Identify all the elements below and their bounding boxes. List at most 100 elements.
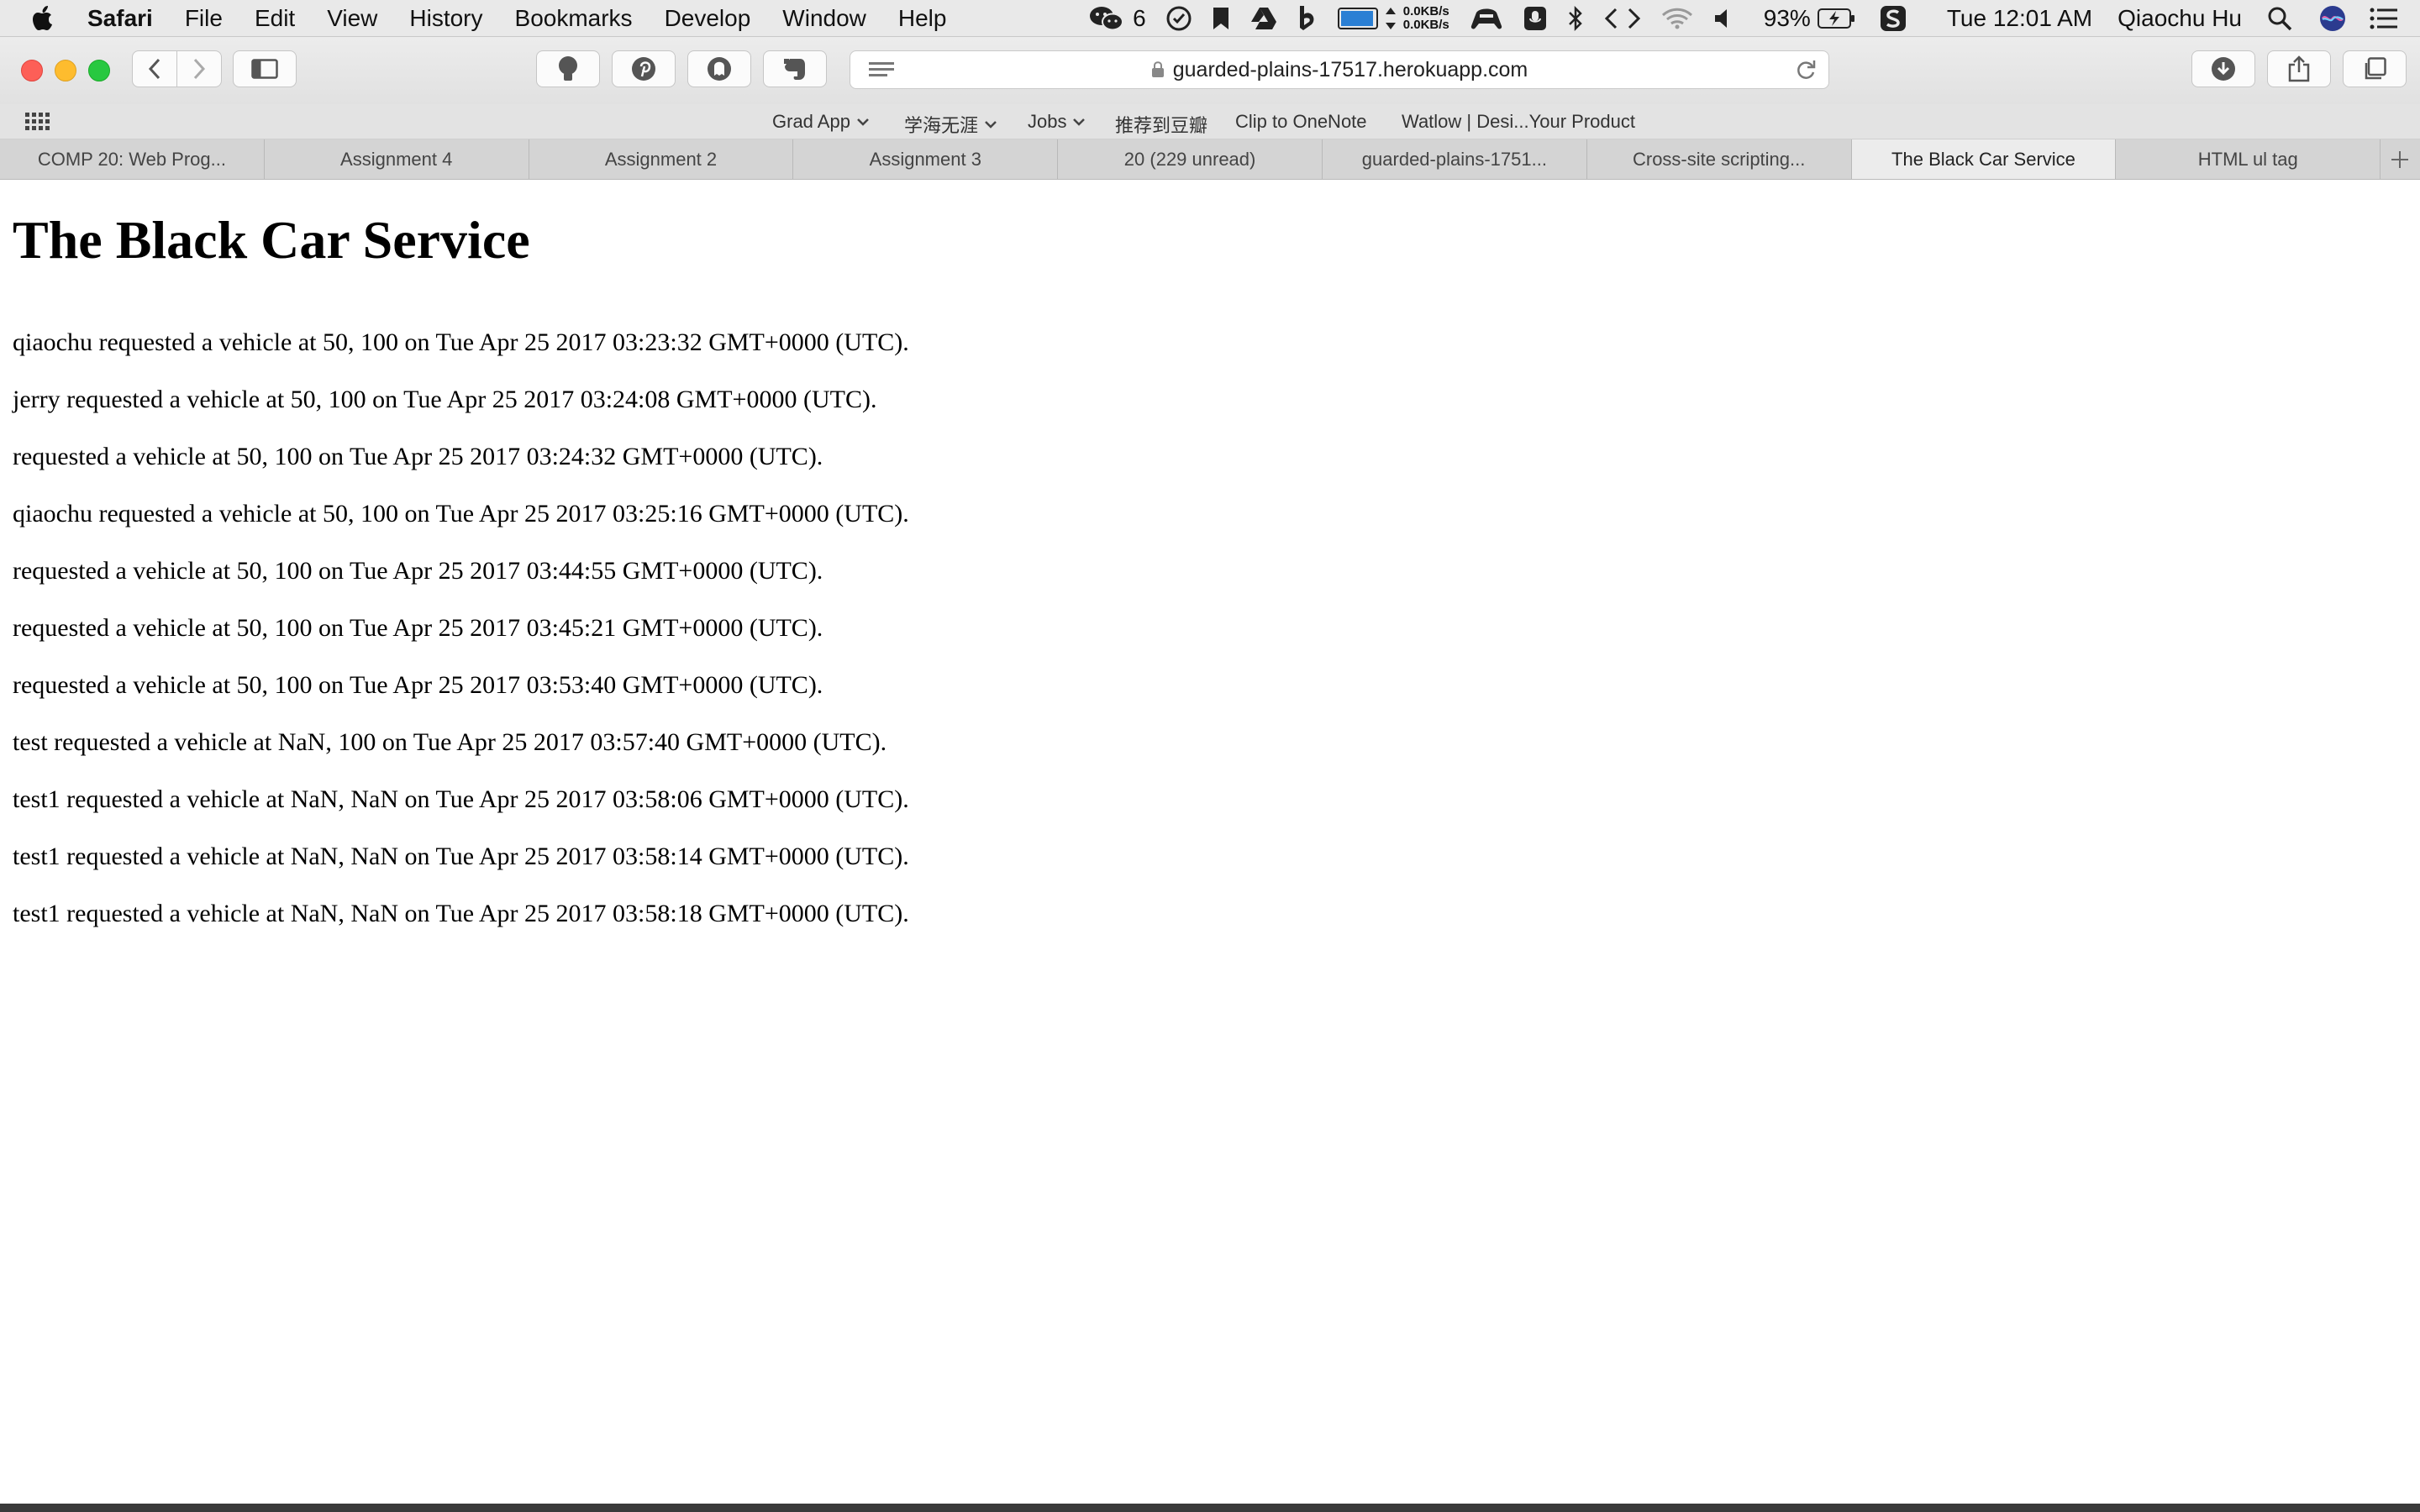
menu-bar: Safari File Edit View History Bookmarks …: [0, 0, 2420, 37]
download-icon: [2212, 57, 2235, 81]
reload-icon[interactable]: [1795, 59, 1817, 87]
window-bottom-edge: [0, 1504, 2420, 1512]
siri-icon[interactable]: [2319, 0, 2346, 37]
address-bar[interactable]: guarded-plains-17517.herokuapp.com: [850, 50, 1829, 89]
extension-evernote-button[interactable]: [763, 50, 827, 87]
close-window-button[interactable]: [21, 60, 43, 81]
forward-button[interactable]: [176, 50, 222, 87]
favorite-douban[interactable]: 推荐到豆瓣: [1115, 111, 1207, 138]
pinterest-icon: [632, 57, 655, 81]
lock-icon: [1151, 61, 1165, 78]
tab-html-ul-tag[interactable]: HTML ul tag: [2116, 139, 2381, 179]
favorite-watlow[interactable]: Watlow | Desi...Your Product: [1402, 111, 1635, 133]
battery-charging-icon[interactable]: [1817, 0, 1856, 37]
safari-toolbar: guarded-plains-17517.herokuapp.com: [0, 37, 2420, 104]
menu-view[interactable]: View: [327, 5, 377, 32]
favorite-label: Grad App: [772, 111, 850, 132]
menu-window[interactable]: Window: [782, 5, 866, 32]
request-entry: requested a vehicle at 50, 100 on Tue Ap…: [13, 614, 823, 642]
request-entry: requested a vehicle at 50, 100 on Tue Ap…: [13, 671, 823, 699]
downloads-button[interactable]: [2191, 50, 2255, 87]
tab-comp20[interactable]: COMP 20: Web Prog...: [0, 139, 265, 179]
top-sites-grid-icon[interactable]: [25, 113, 50, 136]
chevron-down-icon: [985, 120, 997, 129]
request-entry: test1 requested a vehicle at NaN, NaN on…: [13, 785, 909, 813]
network-upload-speed: 0.0KB/s: [1402, 4, 1449, 18]
request-entry: test1 requested a vehicle at NaN, NaN on…: [13, 843, 909, 870]
plus-icon: [2391, 150, 2409, 168]
elephant-icon: [784, 59, 805, 80]
wechat-icon[interactable]: [1089, 0, 1124, 37]
battery-percent: 93%: [1763, 5, 1811, 31]
tab-bar: COMP 20: Web Prog... Assignment 4 Assign…: [0, 139, 2420, 180]
menu-bookmarks[interactable]: Bookmarks: [515, 5, 633, 32]
favorite-clip-to-onenote[interactable]: Clip to OneNote: [1235, 111, 1367, 133]
google-drive-icon[interactable]: [1250, 0, 1277, 37]
tab-cross-site-scripting[interactable]: Cross-site scripting...: [1587, 139, 1852, 179]
url-text: guarded-plains-17517.herokuapp.com: [1172, 57, 1528, 81]
request-entry: test1 requested a vehicle at NaN, NaN on…: [13, 900, 909, 927]
clock[interactable]: Tue 12:01 AM: [1947, 5, 2092, 32]
network-arrows-icon: [1385, 0, 1397, 37]
favorite-label: Watlow | Desi...Your Product: [1402, 111, 1635, 132]
favorite-label: Jobs: [1028, 111, 1067, 132]
user-name[interactable]: Qiaochu Hu: [2118, 5, 2242, 32]
menu-develop[interactable]: Develop: [665, 5, 751, 32]
favorite-jobs[interactable]: Jobs: [1028, 111, 1086, 133]
notification-center-icon[interactable]: [2370, 0, 2398, 37]
reader-view-icon[interactable]: [869, 60, 894, 86]
sidebar-icon: [251, 59, 278, 79]
chevron-right-icon: [193, 58, 206, 80]
menu-edit[interactable]: Edit: [255, 5, 295, 32]
menu-app-safari[interactable]: Safari: [87, 5, 153, 32]
page-title: The Black Car Service: [13, 210, 530, 270]
tab-mail-unread[interactable]: 20 (229 unread): [1058, 139, 1323, 179]
request-entry: test requested a vehicle at NaN, 100 on …: [13, 728, 887, 756]
extension-pinterest-button[interactable]: [612, 50, 676, 87]
microphone-icon[interactable]: [1523, 0, 1547, 37]
menu-help[interactable]: Help: [898, 5, 947, 32]
zoom-window-button[interactable]: [88, 60, 110, 81]
minimize-window-button[interactable]: [55, 60, 76, 81]
extension-lightbulb-button[interactable]: [536, 50, 600, 87]
check-circle-icon[interactable]: [1166, 0, 1192, 37]
request-entry: requested a vehicle at 50, 100 on Tue Ap…: [13, 443, 823, 470]
tab-assignment-2[interactable]: Assignment 2: [529, 139, 794, 179]
tab-guarded-plains[interactable]: guarded-plains-1751...: [1323, 139, 1587, 179]
back-button[interactable]: [132, 50, 177, 87]
menu-file[interactable]: File: [185, 5, 223, 32]
web-page-content: The Black Car Service qiaochu requested …: [0, 180, 2420, 1504]
apple-menu-icon[interactable]: [32, 4, 57, 33]
bookmark-icon[interactable]: [1212, 0, 1230, 37]
bluetooth-icon[interactable]: [1567, 0, 1584, 37]
menu-meter-icon[interactable]: [1337, 0, 1380, 37]
tab-overview-button[interactable]: [2343, 50, 2407, 87]
tab-assignment-4[interactable]: Assignment 4: [265, 139, 529, 179]
extension-ghostery-button[interactable]: [687, 50, 751, 87]
tab-black-car-service[interactable]: The Black Car Service: [1851, 139, 2117, 179]
favorite-grad-app[interactable]: Grad App: [772, 111, 869, 133]
tab-assignment-3[interactable]: Assignment 3: [793, 139, 1059, 179]
volume-icon[interactable]: [1713, 0, 1733, 37]
favorite-xuehai-wuya[interactable]: 学海无涯: [904, 111, 997, 138]
new-tab-button[interactable]: [2381, 139, 2419, 179]
wifi-icon[interactable]: [1661, 0, 1693, 37]
share-icon: [2288, 55, 2310, 82]
gamepad-icon[interactable]: [1470, 0, 1503, 37]
bing-b-icon[interactable]: [1297, 0, 1318, 37]
request-entry: qiaochu requested a vehicle at 50, 100 o…: [13, 328, 909, 356]
spotlight-search-icon[interactable]: [2267, 0, 2292, 37]
status-area: 6 0.0KB/s 0.0KB/s 93% Tue 12:01 AM Qiaoc…: [1069, 0, 2420, 37]
sidebar-toggle-button[interactable]: [233, 50, 297, 87]
wechat-badge: 6: [1133, 5, 1146, 31]
code-brackets-icon[interactable]: [1604, 0, 1641, 37]
s-app-icon[interactable]: [1880, 0, 1907, 37]
request-entry: requested a vehicle at 50, 100 on Tue Ap…: [13, 557, 823, 585]
network-speed: 0.0KB/s 0.0KB/s: [1403, 5, 1449, 32]
tabs-overview-icon: [2365, 57, 2386, 80]
lightbulb-icon: [559, 56, 577, 81]
share-button[interactable]: [2267, 50, 2331, 87]
menu-history[interactable]: History: [409, 5, 482, 32]
favorites-bar: Grad App 学海无涯 Jobs 推荐到豆瓣 Clip to OneNote…: [0, 104, 2420, 139]
chevron-left-icon: [148, 58, 160, 80]
